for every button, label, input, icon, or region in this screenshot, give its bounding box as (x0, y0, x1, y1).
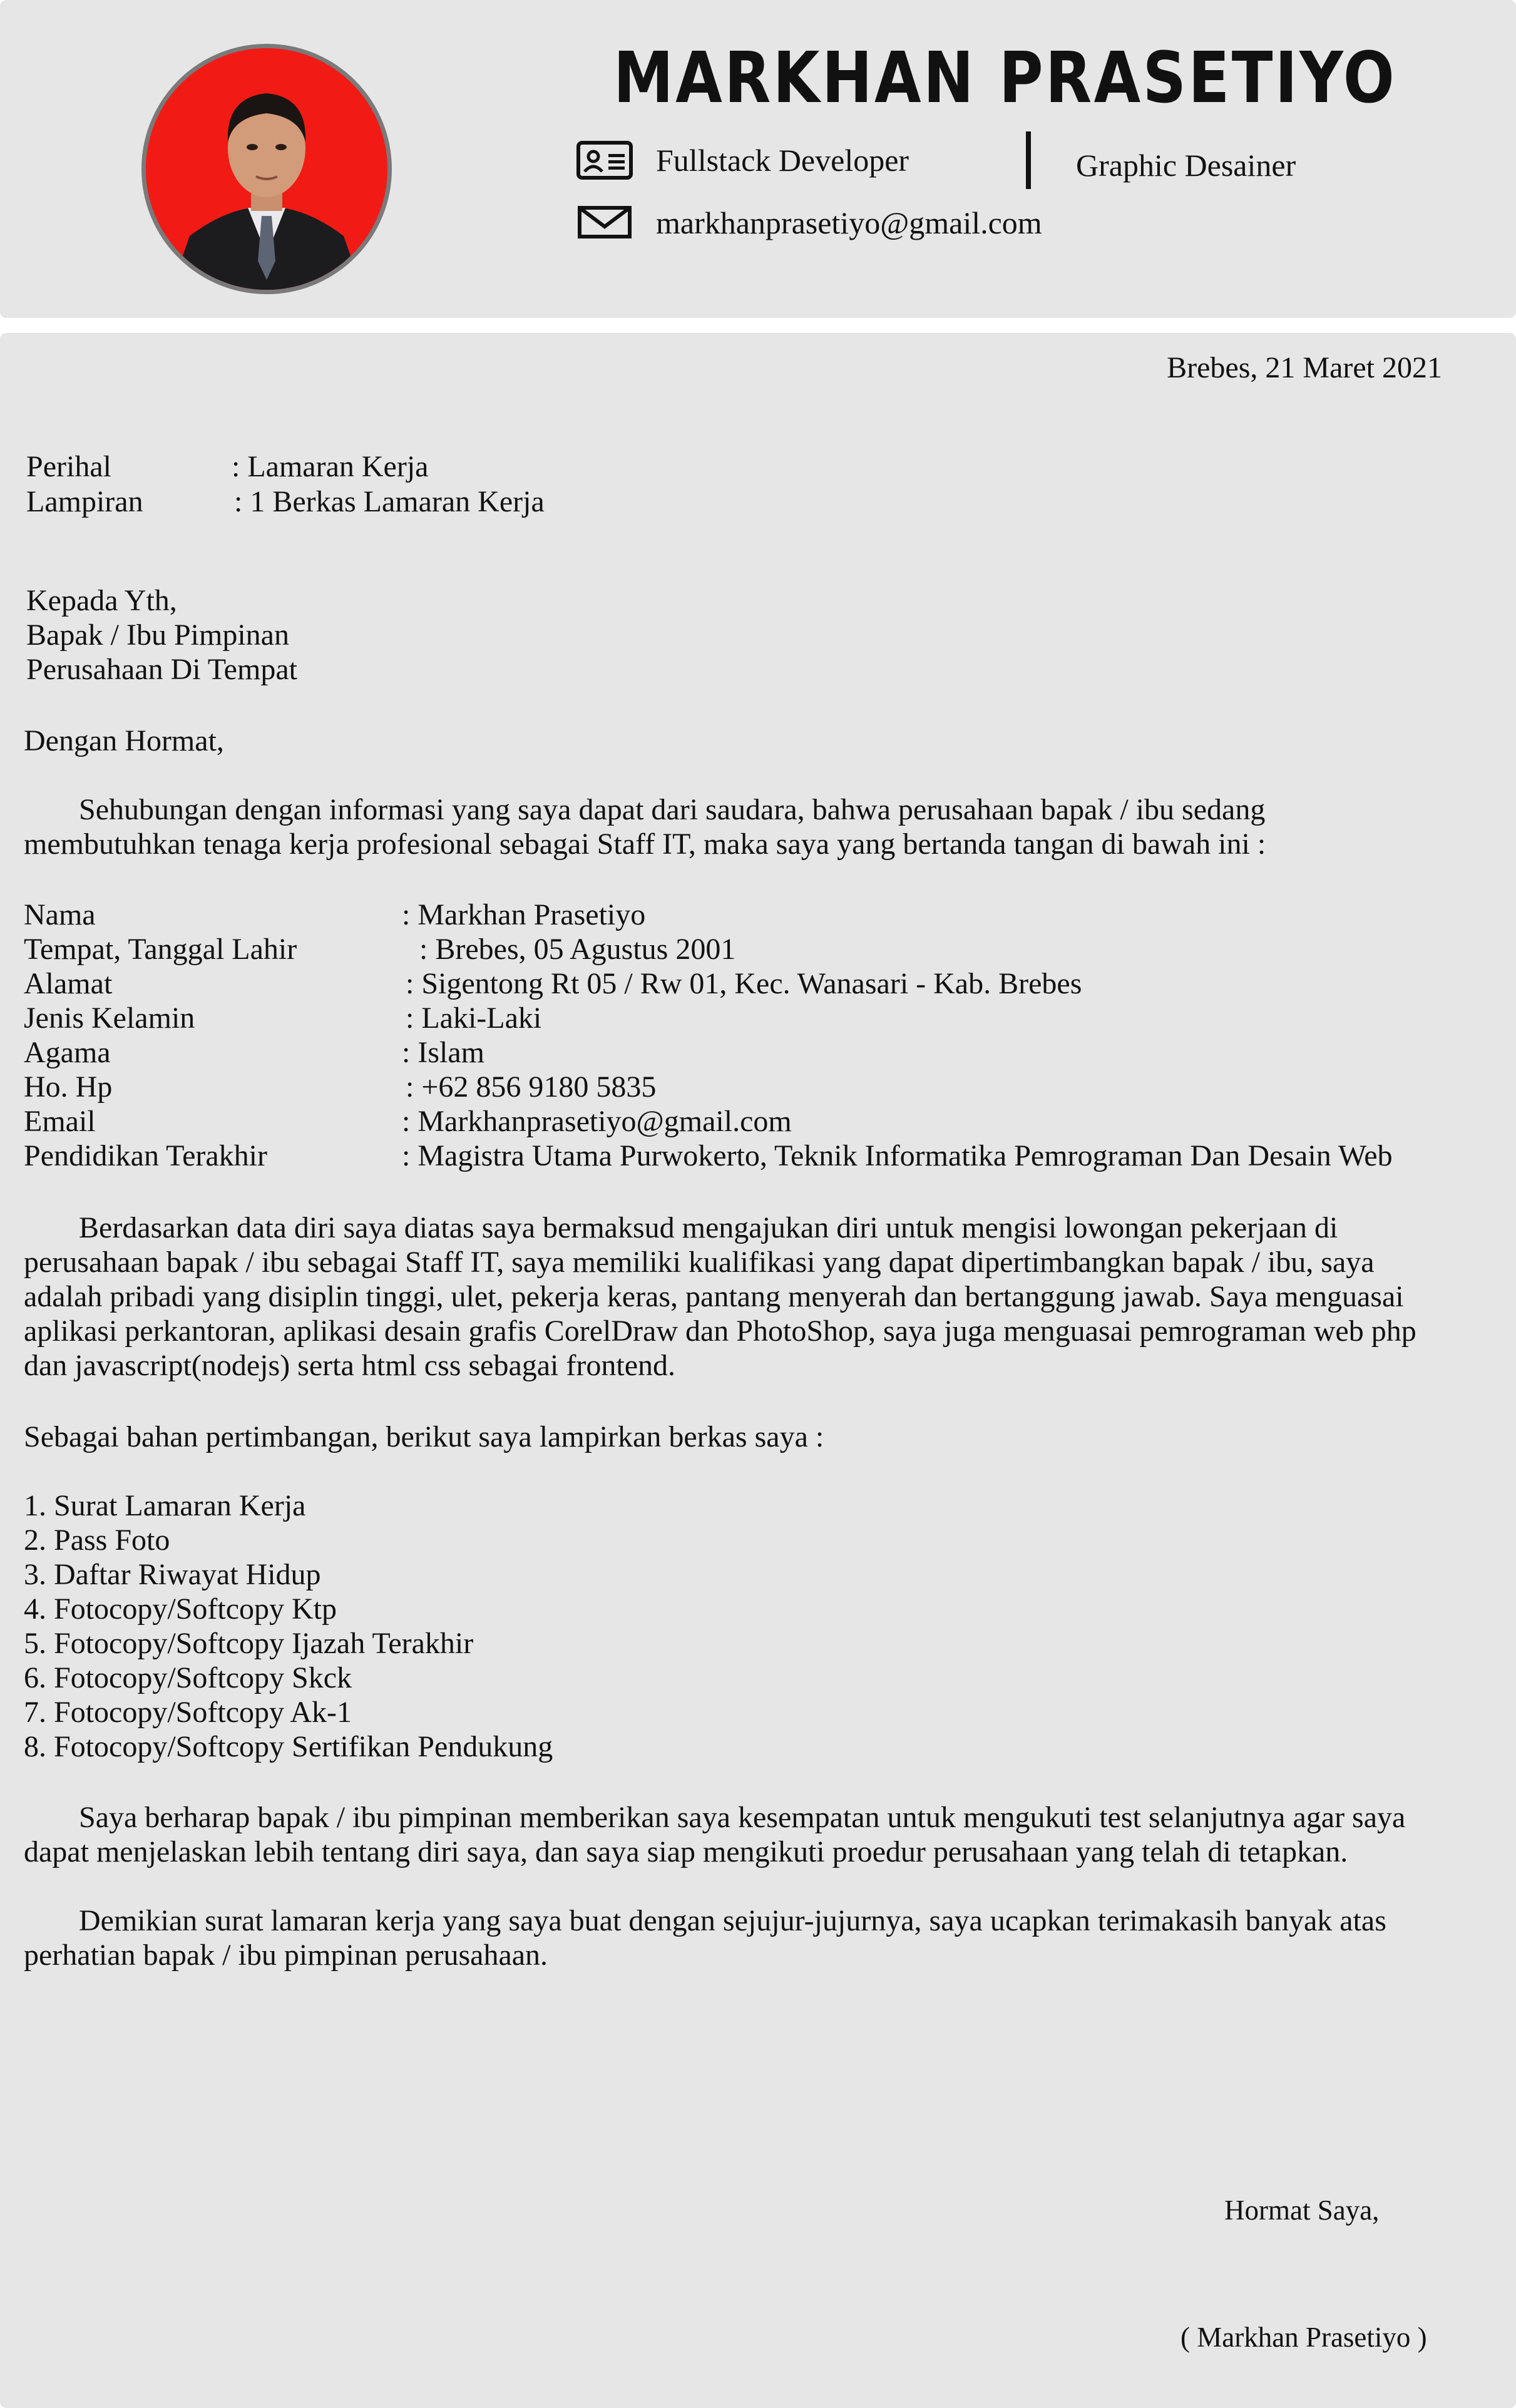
paragraph-line: aplikasi perkantoran, aplikasi desain gr… (24, 1314, 1416, 1348)
detail-value: : Brebes, 05 Agustus 2001 (419, 933, 736, 966)
header-divider (1026, 131, 1031, 189)
attachment-item: 8. Fotocopy/Softcopy Sertifikan Pendukun… (24, 1730, 553, 1763)
greeting: Dengan Hormat, (24, 724, 224, 757)
role-graphic: Graphic Desainer (1076, 148, 1296, 183)
lampiran-value: : 1 Berkas Lamaran Kerja (234, 485, 545, 518)
paragraph-line: perhatian bapak / ibu pimpinan perusahaa… (24, 1939, 548, 1972)
closing-paragraph: Demikian surat lamaran kerja yang saya b… (24, 1903, 1495, 1972)
attachment-item: 4. Fotocopy/Softcopy Ktp (24, 1592, 337, 1626)
attachment-item: 3. Daftar Riwayat Hidup (24, 1558, 321, 1591)
applicant-name: MARKHAN PRASETIYO (613, 38, 1397, 119)
signoff: Hormat Saya, (1224, 2195, 1380, 2226)
detail-label: Tempat, Tanggal Lahir (24, 933, 297, 966)
envelope-icon (576, 203, 633, 243)
detail-value: : Magistra Utama Purwokerto, Teknik Info… (402, 1139, 1393, 1172)
header-card: MARKHAN PRASETIYO Fullstack Developer Gr… (0, 0, 1516, 318)
detail-value: : +62 856 9180 5835 (406, 1070, 657, 1104)
detail-label: Pendidikan Terakhir (24, 1139, 267, 1172)
role-fullstack: Fullstack Developer (656, 143, 909, 178)
attachment-item: 2. Pass Foto (24, 1524, 170, 1557)
paragraph-line: membutuhkan tenaga kerja profesional seb… (24, 827, 1266, 861)
paragraph-line: dapat menjelaskan lebih tentang diri say… (24, 1835, 1348, 1868)
lampiran-label: Lampiran (26, 485, 143, 518)
detail-label: Nama (24, 898, 96, 931)
body-paragraph: Berdasarkan data diri saya diatas saya b… (24, 1211, 1495, 1383)
detail-value: : Markhanprasetiyo@gmail.com (402, 1105, 792, 1138)
recipient-line: Bapak / Ibu Pimpinan (26, 618, 289, 652)
hope-paragraph: Saya berharap bapak / ibu pimpinan membe… (24, 1800, 1495, 1869)
paragraph-line: Berdasarkan data diri saya diatas saya b… (79, 1211, 1338, 1244)
paragraph-line: dan javascript(nodejs) serta html css se… (24, 1349, 675, 1382)
attachment-item: 6. Fotocopy/Softcopy Skck (24, 1661, 352, 1694)
recipient-line: Kepada Yth, (26, 584, 177, 617)
detail-value: : Markhan Prasetiyo (402, 898, 646, 931)
detail-label: Alamat (24, 967, 113, 1000)
paragraph-line: Saya berharap bapak / ibu pimpinan membe… (79, 1801, 1406, 1834)
role-row: Fullstack Developer (576, 140, 909, 180)
intro-paragraph: Sehubungan dengan informasi yang saya da… (24, 792, 1495, 861)
signature-name: ( Markhan Prasetiyo ) (1181, 2322, 1427, 2353)
avatar (141, 44, 392, 294)
paragraph-line: adalah pribadi yang disiplin tinggi, ule… (24, 1280, 1404, 1313)
detail-value: : Sigentong Rt 05 / Rw 01, Kec. Wanasari… (406, 967, 1082, 1000)
detail-label: Jenis Kelamin (24, 1002, 195, 1035)
attachment-item: 1. Surat Lamaran Kerja (24, 1489, 306, 1522)
paragraph-line: Sehubungan dengan informasi yang saya da… (79, 793, 1266, 826)
place-date: Brebes, 21 Maret 2021 (1167, 351, 1442, 384)
detail-label: Email (24, 1105, 96, 1138)
attachment-item: 5. Fotocopy/Softcopy Ijazah Terakhir (24, 1627, 474, 1660)
email-row: markhanprasetiyo@gmail.com (576, 203, 1042, 243)
attachments-intro: Sebagai bahan pertimbangan, berikut saya… (24, 1420, 824, 1453)
paragraph-line: perusahaan bapak / ibu sebagai Staff IT,… (24, 1246, 1375, 1279)
header-email: markhanprasetiyo@gmail.com (656, 205, 1042, 240)
id-card-icon (576, 140, 633, 180)
role-row-2: Graphic Desainer (1076, 146, 1296, 184)
recipient-line: Perusahaan Di Tempat (26, 653, 297, 686)
perihal-label: Perihal (26, 450, 111, 483)
attachment-item: 7. Fotocopy/Softcopy Ak-1 (24, 1696, 352, 1729)
detail-label: Ho. Hp (24, 1070, 113, 1104)
detail-value: : Islam (402, 1036, 484, 1069)
detail-value: : Laki-Laki (406, 1002, 542, 1035)
portrait-photo (146, 48, 387, 290)
paragraph-line: Demikian surat lamaran kerja yang saya b… (79, 1904, 1386, 1937)
detail-label: Agama (24, 1036, 111, 1069)
perihal-value: : Lamaran Kerja (232, 450, 429, 483)
